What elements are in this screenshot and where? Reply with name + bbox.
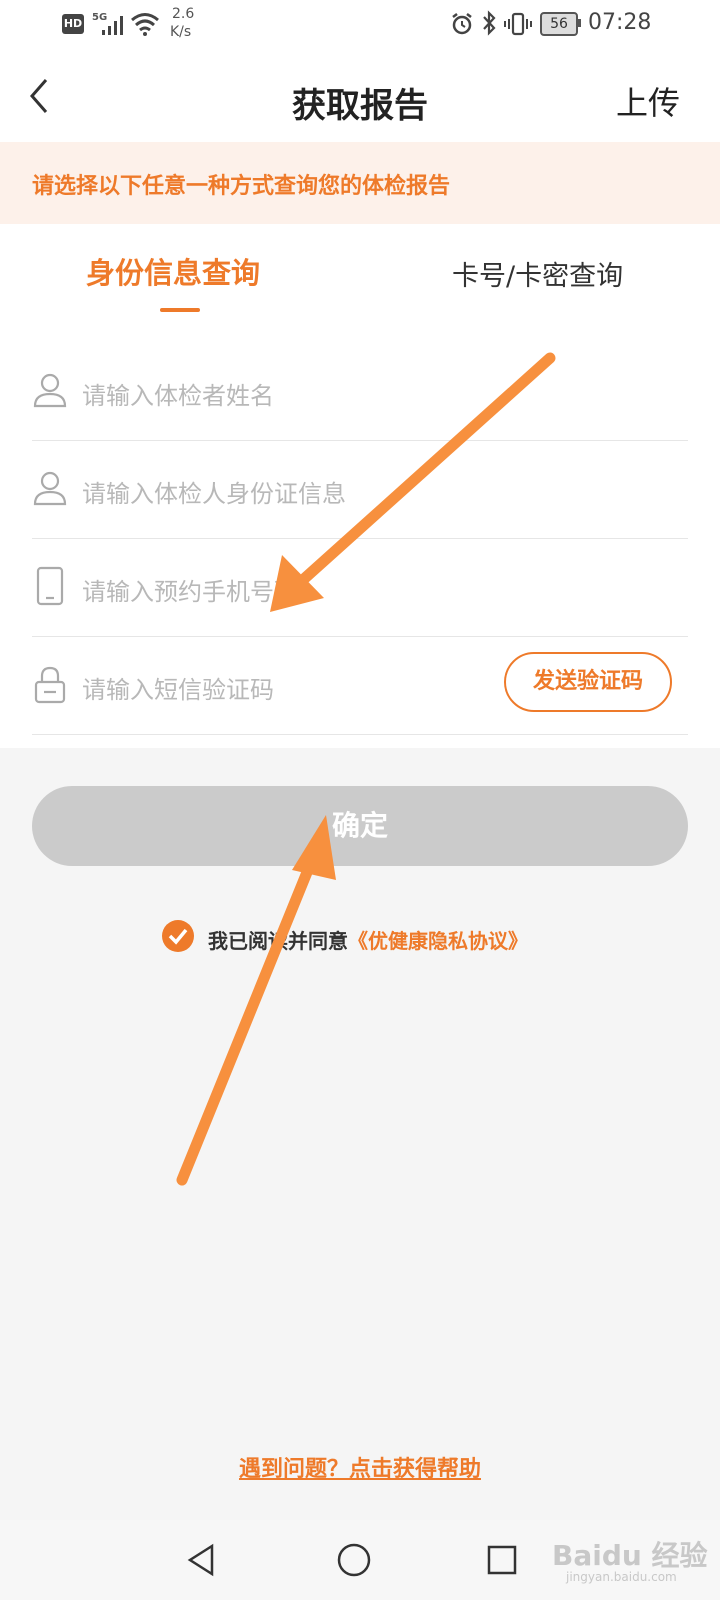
sms-code-input-placeholder[interactable]: 请输入短信验证码 (82, 670, 274, 705)
speed-value: 2.6 (172, 6, 195, 22)
hd-icon: HD (62, 14, 84, 34)
active-tab-indicator (160, 308, 200, 312)
wifi-icon (131, 13, 159, 36)
agreement-label: 我已阅读并同意 (208, 929, 348, 953)
help-link-text[interactable]: 遇到问题？点击获得帮助 (239, 1457, 481, 1482)
status-bar: HD 5G 2.6 K/s 56 07:28 (0, 0, 720, 50)
confirm-button[interactable]: 确定 (32, 786, 688, 866)
vibrate-icon (504, 12, 532, 36)
alarm-icon (452, 13, 472, 35)
name-input-placeholder[interactable]: 请输入体检者姓名 (82, 376, 274, 411)
baidu-watermark-url: jingyan.baidu.com (566, 1570, 677, 1584)
privacy-agreement-link[interactable]: 《优健康隐私协议》 (348, 929, 528, 953)
phone-input-placeholder[interactable]: 请输入预约手机号码 (82, 572, 298, 607)
battery-tip (578, 19, 581, 27)
phone-icon (36, 566, 64, 606)
lock-icon (34, 666, 66, 704)
home-nav-icon[interactable] (336, 1542, 372, 1578)
sms-code-field[interactable]: 请输入短信验证码 发送验证码 (32, 634, 688, 735)
page-title: 获取报告 (292, 86, 428, 126)
user-icon (33, 471, 67, 506)
signal-icon (102, 16, 123, 35)
nav-bar: 获取报告 上传 (0, 50, 720, 142)
baidu-watermark: Baidu 经验 (552, 1539, 708, 1572)
notice-text: 请选择以下任意一种方式查询您的体检报告 (32, 174, 451, 199)
user-icon (33, 373, 67, 408)
annotation-arrow-to-confirm (176, 815, 336, 1186)
recents-nav-icon[interactable] (486, 1544, 518, 1576)
id-card-input-placeholder[interactable]: 请输入体检人身份证信息 (82, 474, 346, 509)
back-nav-icon[interactable] (186, 1542, 218, 1578)
send-code-button[interactable]: 发送验证码 (504, 652, 672, 712)
tab-card-query[interactable]: 卡号/卡密查询 (452, 254, 623, 293)
phone-field[interactable]: 请输入预约手机号码 (32, 536, 688, 637)
notice-banner: 请选择以下任意一种方式查询您的体检报告 (0, 142, 720, 224)
agreement-text: 我已阅读并同意《优健康隐私协议》 (208, 925, 528, 954)
bluetooth-icon (483, 10, 496, 36)
agreement-checkbox[interactable] (162, 920, 194, 952)
upload-button[interactable]: 上传 (616, 78, 680, 124)
name-field[interactable]: 请输入体检者姓名 (32, 340, 688, 441)
speed-unit: K/s (170, 24, 192, 40)
query-form: 身份信息查询 卡号/卡密查询 请输入体检者姓名 请输入体检人身份证信息 请输入预… (0, 224, 720, 748)
tab-id-info-query[interactable]: 身份信息查询 (86, 250, 260, 292)
battery-icon: 56 (540, 12, 578, 36)
checkmark-icon (168, 928, 188, 945)
clock: 07:28 (588, 10, 652, 35)
id-card-field[interactable]: 请输入体检人身份证信息 (32, 438, 688, 539)
help-link[interactable]: 遇到问题？点击获得帮助 (0, 1451, 720, 1483)
